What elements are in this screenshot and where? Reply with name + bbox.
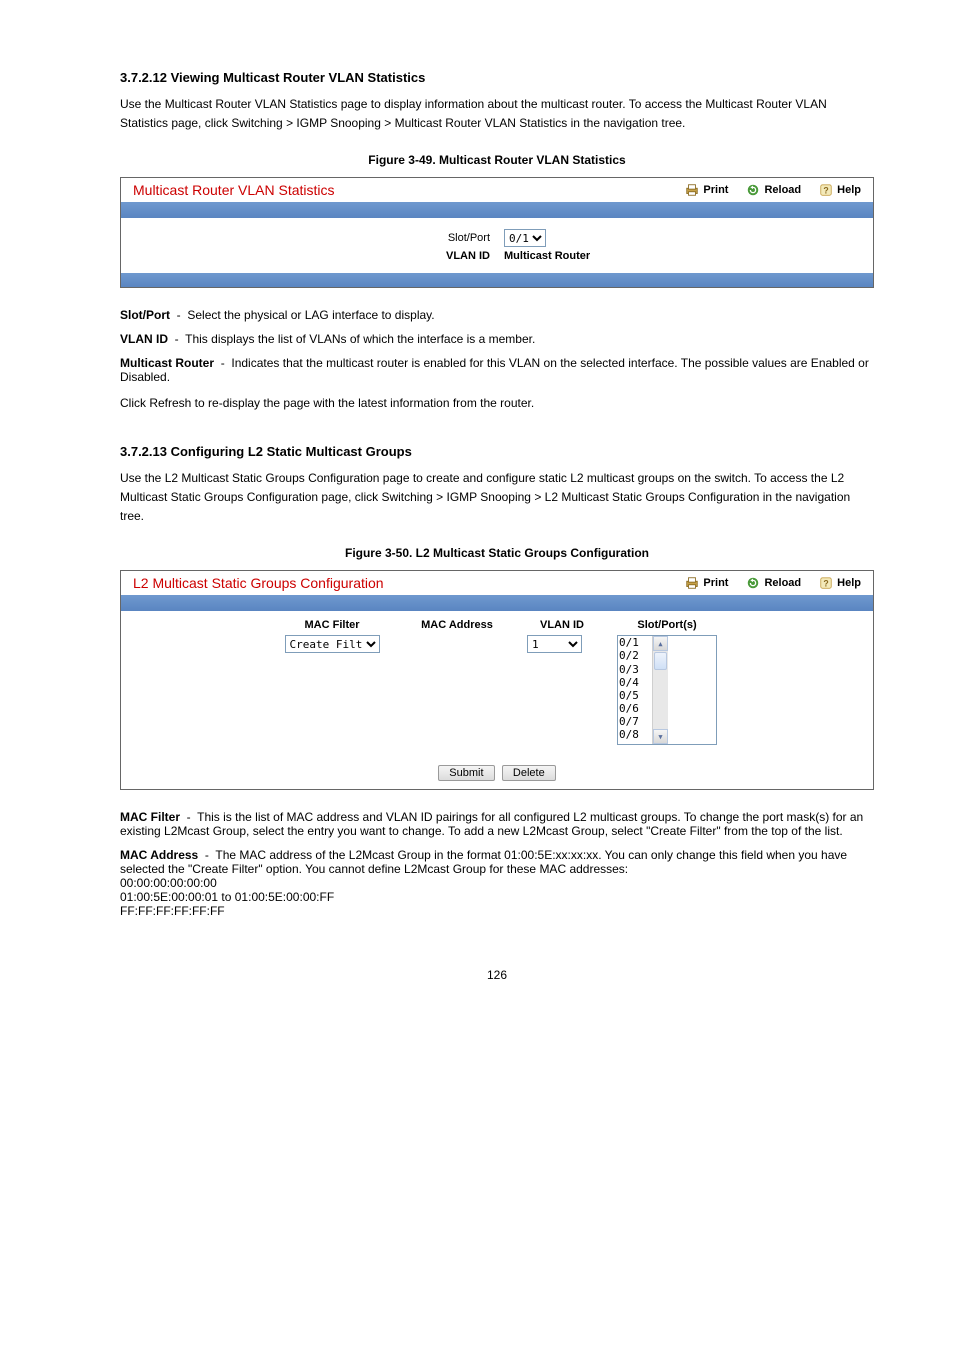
figure-caption-1: Figure 3-49. Multicast Router VLAN Stati… — [90, 153, 904, 167]
submit-button[interactable]: Submit — [438, 765, 494, 781]
reload-button[interactable]: Reload — [746, 183, 801, 197]
col-header-mac-address: MAC Address — [407, 619, 507, 631]
field-desc: This displays the list of VLANs of which… — [185, 332, 535, 346]
help-label: Help — [837, 577, 861, 589]
field-name: Slot/Port — [120, 308, 170, 322]
print-button[interactable]: Print — [685, 576, 728, 590]
slot-port-select[interactable]: 0/1 — [504, 229, 546, 247]
print-label: Print — [703, 184, 728, 196]
panel-title: Multicast Router VLAN Statistics — [133, 182, 335, 198]
slot-port-listbox[interactable]: 0/10/20/30/40/50/60/70/8 ▲ ▼ — [617, 635, 717, 745]
reload-icon — [746, 576, 760, 590]
scroll-down-button[interactable]: ▼ — [653, 729, 668, 744]
help-label: Help — [837, 184, 861, 196]
help-icon: ? — [819, 183, 833, 197]
panel-top-bar — [121, 595, 873, 611]
multicast-router-label: Multicast Router — [504, 250, 654, 262]
panel-title: L2 Multicast Static Groups Configuration — [133, 575, 384, 591]
field-slot-port: Slot/Port - Select the physical or LAG i… — [120, 308, 874, 322]
field-mac-address: MAC Address - The MAC address of the L2M… — [120, 848, 874, 918]
section-text-2: Use the L2 Multicast Static Groups Confi… — [120, 469, 874, 527]
refresh-note: Click Refresh to re-display the page wit… — [120, 394, 874, 413]
help-button[interactable]: ? Help — [819, 576, 861, 590]
list-item[interactable]: 0/5 — [619, 689, 651, 702]
field-desc: Indicates that the multicast router is e… — [120, 356, 869, 384]
scrollbar[interactable]: ▲ ▼ — [652, 636, 668, 744]
svg-text:?: ? — [823, 186, 828, 196]
field-mac-filter: MAC Filter - This is the list of MAC add… — [120, 810, 874, 838]
col-header-mac-filter: MAC Filter — [277, 619, 387, 631]
list-item[interactable]: 0/7 — [619, 715, 651, 728]
col-header-vlan-id: VLAN ID — [527, 619, 597, 631]
field-name: Multicast Router — [120, 356, 214, 370]
section-text-1: Use the Multicast Router VLAN Statistics… — [120, 95, 874, 133]
print-icon — [685, 576, 699, 590]
delete-button[interactable]: Delete — [502, 765, 556, 781]
list-item[interactable]: 0/8 — [619, 728, 651, 741]
col-header-slot-ports: Slot/Port(s) — [617, 619, 717, 631]
panel-multicast-router-vlan-statistics: Multicast Router VLAN Statistics Print R… — [120, 177, 874, 288]
page-number: 126 — [90, 968, 904, 982]
list-item[interactable]: 0/1 — [619, 636, 651, 649]
panel-header: L2 Multicast Static Groups Configuration… — [121, 571, 873, 595]
field-vlan-id: VLAN ID - This displays the list of VLAN… — [120, 332, 874, 346]
reload-button[interactable]: Reload — [746, 576, 801, 590]
field-desc: This is the list of MAC address and VLAN… — [120, 810, 863, 838]
print-button[interactable]: Print — [685, 183, 728, 197]
field-name: MAC Address — [120, 848, 198, 862]
print-label: Print — [703, 577, 728, 589]
field-multicast-router: Multicast Router - Indicates that the mu… — [120, 356, 874, 384]
figure-caption-2: Figure 3-50. L2 Multicast Static Groups … — [90, 546, 904, 560]
field-name: VLAN ID — [120, 332, 168, 346]
help-button[interactable]: ? Help — [819, 183, 861, 197]
section-heading-2: 3.7.2.13 Configuring L2 Static Multicast… — [120, 444, 904, 459]
panel-l2-multicast-static-groups: L2 Multicast Static Groups Configuration… — [120, 570, 874, 790]
panel-top-bar — [121, 202, 873, 218]
slot-port-label: Slot/Port — [340, 232, 490, 244]
help-icon: ? — [819, 576, 833, 590]
list-item[interactable]: 0/2 — [619, 649, 651, 662]
print-icon — [685, 183, 699, 197]
panel-bottom-bar — [121, 273, 873, 287]
reload-icon — [746, 183, 760, 197]
section-heading-1: 3.7.2.12 Viewing Multicast Router VLAN S… — [120, 70, 904, 85]
mac-filter-select[interactable]: Create Filter — [285, 635, 380, 653]
list-item[interactable]: 0/6 — [619, 702, 651, 715]
field-desc: Select the physical or LAG interface to … — [187, 308, 434, 322]
field-name: MAC Filter — [120, 810, 180, 824]
list-item[interactable]: 0/3 — [619, 663, 651, 676]
scroll-up-button[interactable]: ▲ — [653, 636, 668, 651]
scroll-thumb[interactable] — [654, 652, 667, 670]
field-desc: The MAC address of the L2Mcast Group in … — [120, 848, 847, 918]
reload-label: Reload — [764, 577, 801, 589]
reload-label: Reload — [764, 184, 801, 196]
svg-text:?: ? — [823, 579, 828, 589]
list-item[interactable]: 0/4 — [619, 676, 651, 689]
vlan-id-select[interactable]: 1 — [527, 635, 582, 653]
vlan-id-label: VLAN ID — [340, 250, 490, 262]
panel-header: Multicast Router VLAN Statistics Print R… — [121, 178, 873, 202]
scroll-track — [653, 671, 668, 729]
